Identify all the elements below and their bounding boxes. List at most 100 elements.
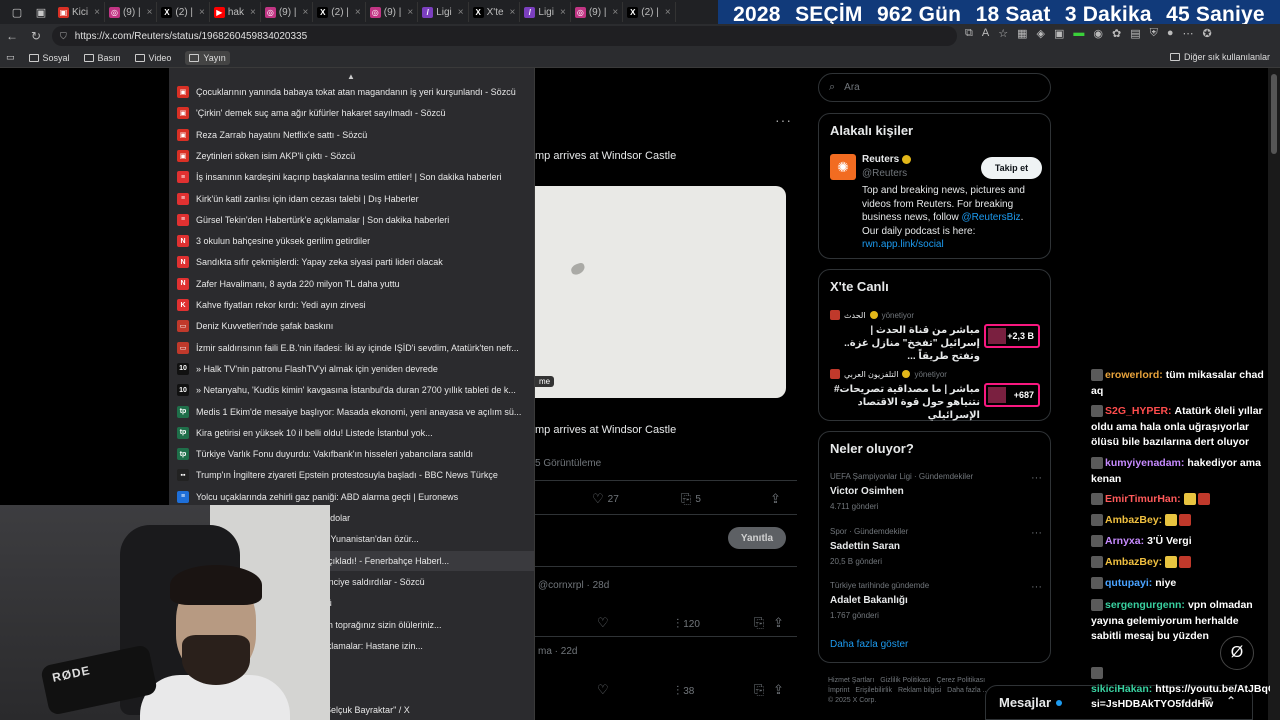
extension-icon[interactable]: ▬: [1073, 27, 1084, 40]
tab-close-icon[interactable]: ×: [94, 7, 100, 18]
bookmark-item[interactable]: ▣ Zeytinleri söken isim AKP'li çıktı - Sö…: [169, 146, 534, 166]
read-aloud-icon[interactable]: A: [982, 27, 989, 40]
tab-close-icon[interactable]: ×: [199, 7, 205, 18]
tab-close-icon[interactable]: ×: [407, 7, 413, 18]
reuters-logo-icon[interactable]: ✺: [830, 154, 856, 180]
tab-close-icon[interactable]: ×: [355, 7, 361, 18]
browser-tab[interactable]: X (2) | ×: [313, 2, 366, 22]
bookmark-item[interactable]: tp Türkiye Varlık Fonu duyurdu: Vakıfbank…: [169, 444, 534, 464]
footer-link[interactable]: Hizmet Şartları: [828, 677, 874, 684]
account-name[interactable]: Reuters: [862, 154, 912, 165]
bookmark-folder-video[interactable]: Video: [134, 53, 171, 63]
extension-icon[interactable]: ◉: [1093, 27, 1103, 40]
bookmark-item[interactable]: ≡ Yolcu uçaklarında zehirli gaz paniği: A…: [169, 487, 534, 507]
bookmark-item[interactable]: ▪▪ Trump'ın İngiltere ziyareti Epstein pr…: [169, 465, 534, 485]
tab-close-icon[interactable]: ×: [147, 7, 153, 18]
bookmark-item[interactable]: ▣ Çocuklarının yanında babaya tokat atan …: [169, 82, 534, 102]
scrollbar-thumb[interactable]: [1271, 74, 1277, 154]
more-options-icon[interactable]: ···: [1031, 581, 1042, 593]
bookmark-item[interactable]: ▣ 'Çirkin' demek suç ama ağır küfürler ha…: [169, 103, 534, 123]
reply-handle[interactable]: @cornxrpl · 28d: [538, 580, 609, 591]
bookmark-folder-sosyal[interactable]: Sosyal: [28, 53, 70, 63]
bookmark-button[interactable]: ⎘: [754, 682, 764, 698]
browser-tab[interactable]: / Ligi ×: [418, 2, 469, 22]
profile-avatar[interactable]: ●: [1167, 27, 1174, 40]
site-info-icon[interactable]: ⛉: [60, 31, 67, 42]
url-bar[interactable]: ⛉ https://x.com/Reuters/status/196826045…: [52, 26, 957, 46]
like-button[interactable]: ♡ 27: [592, 491, 619, 507]
bookmark-folder-yayin[interactable]: Yayın: [185, 50, 230, 65]
live-item[interactable]: الحدث yönetiyor مباشر من قناة الحدث | إسر…: [830, 310, 1042, 362]
share-button[interactable]: ⇪: [773, 682, 784, 698]
share-button[interactable]: ⇪: [773, 615, 784, 631]
show-more-link[interactable]: Daha fazla göster: [830, 639, 908, 650]
bookmark-item[interactable]: K Kahve fiyatları rekor kırdı: Yedi ayın …: [169, 295, 534, 315]
bookmark-item[interactable]: ≡ Kirk'ün katil zanlısı için idam cezası …: [169, 189, 534, 209]
browser-tab[interactable]: ◎ (9) | ×: [261, 2, 314, 22]
browser-tab[interactable]: ◎ (9) | ×: [571, 2, 624, 22]
bookmark-item[interactable]: ≡ İş insanının kardeşini kaçırıp başkalar…: [169, 167, 534, 187]
menu-dots-icon[interactable]: ⋯: [1183, 27, 1194, 40]
extension-icon[interactable]: ▦: [1017, 27, 1027, 40]
bookmark-item[interactable]: ▭ İzmir saldırısının faili E.B.'nin ifade…: [169, 338, 534, 358]
like-button[interactable]: ♡: [597, 682, 609, 698]
footer-link[interactable]: Reklam bilgisi: [898, 687, 941, 694]
trend-item[interactable]: UEFA Şampiyonlar Ligi · Gündemdekiler Vi…: [830, 472, 1042, 511]
tab-close-icon[interactable]: ×: [612, 7, 618, 18]
reply-button[interactable]: Yanıtla: [728, 527, 786, 549]
reload-icon[interactable]: ↻: [24, 29, 48, 43]
browser-tab[interactable]: X X'te ×: [469, 2, 521, 22]
bookmark-item[interactable]: tp Kira getirisi en yüksek 10 il belli ol…: [169, 423, 534, 443]
copilot-icon[interactable]: ✪: [1203, 27, 1212, 40]
tab-close-icon[interactable]: ×: [665, 7, 671, 18]
tab-close-icon[interactable]: ×: [302, 7, 308, 18]
bookmark-item[interactable]: ▭ Deniz Kuvvetleri'nde şafak baskını: [169, 316, 534, 336]
screen-cast-icon[interactable]: ⧉: [965, 27, 973, 40]
video-player[interactable]: me: [535, 186, 786, 398]
tab-overview-icon[interactable]: ▣: [30, 1, 52, 23]
more-options-icon[interactable]: ···: [1031, 527, 1042, 539]
collections-icon[interactable]: ▤: [1130, 27, 1140, 40]
like-button[interactable]: ♡: [597, 615, 609, 631]
share-button[interactable]: ⇪: [770, 491, 781, 507]
live-item[interactable]: التلفزيون العربي yönetiyor مباشر | ما مصد…: [830, 369, 1042, 421]
back-icon[interactable]: ←: [0, 29, 24, 43]
tab-close-icon[interactable]: ×: [250, 7, 256, 18]
bookmark-button[interactable]: ⎘: [754, 615, 764, 631]
extension-icon[interactable]: ✿: [1112, 27, 1121, 40]
bio-mention-link[interactable]: @ReutersBiz: [962, 212, 1021, 223]
views-stat[interactable]: ⫶ 38: [676, 683, 694, 699]
trend-item[interactable]: Türkiye tarihinde gündemde Adalet Bakanl…: [830, 581, 1042, 620]
bookmark-folder-basin[interactable]: Basın: [83, 53, 121, 63]
tab-close-icon[interactable]: ×: [458, 7, 464, 18]
bookmark-item[interactable]: 10 » Netanyahu, 'Kudüs kimin' kavgasına İ…: [169, 380, 534, 400]
bookmark-item[interactable]: N 3 okulun bahçesine yüksek gerilim getir…: [169, 231, 534, 251]
browser-tab[interactable]: ▣ Kici ×: [54, 2, 105, 22]
shield-icon[interactable]: ⛨: [1150, 27, 1158, 40]
footer-link[interactable]: İmprint: [828, 687, 849, 694]
other-bookmarks[interactable]: Diğer sık kullanılanlar: [1169, 52, 1270, 62]
browser-tab[interactable]: ◎ (9) | ×: [105, 2, 158, 22]
bookmark-item[interactable]: ≡ Gürsel Tekin'den Habertürk'e açıklamala…: [169, 210, 534, 230]
browser-tab[interactable]: X (2) | ×: [157, 2, 210, 22]
extension-icon[interactable]: ◈: [1036, 27, 1044, 40]
tab-actions-icon[interactable]: ▢: [6, 1, 28, 23]
browser-tab[interactable]: / Ligi ×: [520, 2, 571, 22]
browser-tab[interactable]: ◎ (9) | ×: [366, 2, 419, 22]
follow-button[interactable]: Takip et: [981, 157, 1042, 179]
bookmark-item[interactable]: 10 » Halk TV'nin patronu FlashTV'yi almak…: [169, 359, 534, 379]
bookmark-menu-icon[interactable]: ▭: [6, 52, 15, 63]
bio-url-link[interactable]: rwn.app.link/social: [862, 239, 944, 250]
more-options-icon[interactable]: ···: [775, 112, 792, 128]
bookmark-button[interactable]: ⎘ 5: [681, 491, 701, 507]
tab-close-icon[interactable]: ×: [560, 7, 566, 18]
extension-icon[interactable]: ▣: [1054, 27, 1064, 40]
bookmark-item[interactable]: N Sandıkta sıfır çekmişlerdi: Yapay zeka …: [169, 252, 534, 272]
tab-close-icon[interactable]: ×: [510, 7, 516, 18]
browser-tab[interactable]: X (2) | ×: [623, 2, 676, 22]
more-options-icon[interactable]: ···: [1031, 472, 1042, 484]
bookmark-item[interactable]: N Zafer Havalimanı, 8 ayda 220 milyon TL …: [169, 274, 534, 294]
bookmark-item[interactable]: tp Medis 1 Ekim'de mesaiye başlıyor: Masa…: [169, 402, 534, 422]
browser-tab[interactable]: ▶ hak ×: [210, 2, 261, 22]
footer-link[interactable]: Daha fazla ...: [947, 687, 988, 694]
